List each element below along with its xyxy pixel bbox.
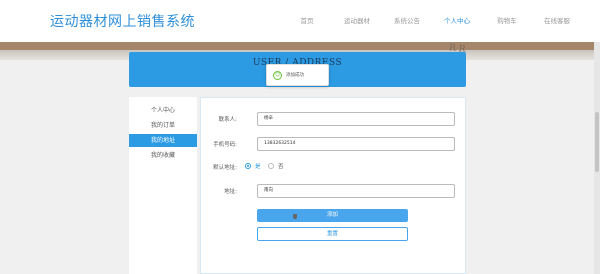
default-no-radio[interactable]: 否 [268,162,284,170]
default-address-label: 默认地址: [213,165,237,171]
radio-unchecked-icon [268,163,274,169]
toast-message: 添加成功 [286,73,304,78]
contact-input[interactable]: 杨辛 [257,112,455,126]
site-logo[interactable]: 运动器材网上销售系统 [50,11,195,31]
phone-label: 手机号码: [213,142,237,148]
address-label: 地址: [224,189,237,195]
nav-online-service[interactable]: 在线客服 [532,15,582,25]
nav-personal-center[interactable]: 个人中心 [432,15,482,25]
nav-equipment[interactable]: 运动器材 [332,15,382,25]
top-navbar: 运动器材网上销售系统 首页 运动器材 系统公告 个人中心 购物车 在线客服 [0,0,600,42]
banner-strip [0,42,600,50]
contact-label: 联系人: [218,117,237,123]
address-input[interactable]: 南向 [257,184,455,198]
sidebar-item-personal-center[interactable]: 个人中心 [129,104,197,117]
add-button[interactable]: 添加 [257,209,408,222]
default-yes-label: 是 [255,164,261,170]
phone-input[interactable]: 13832632514 [257,137,455,151]
sidebar-item-favorites[interactable]: 我的收藏 [129,149,197,162]
radio-checked-icon [245,163,251,169]
default-yes-radio[interactable]: 是 [245,162,261,170]
smile-icon: ☺ [273,70,282,80]
scrollbar-thumb[interactable] [595,112,599,172]
page-scrollbar[interactable] [594,42,600,274]
reset-button[interactable]: 重置 [257,227,408,241]
sidebar-item-addresses[interactable]: 我的地址 [129,134,197,147]
success-toast: ☺ 添加成功 [266,64,329,86]
nav-cart[interactable]: 购物车 [482,15,532,25]
user-sidebar: 个人中心 我的订单 我的地址 我的收藏 [129,97,197,274]
nav-home[interactable]: 首页 [282,15,332,25]
main-nav: 首页 运动器材 系统公告 个人中心 购物车 在线客服 [282,15,582,25]
sidebar-item-orders[interactable]: 我的订单 [129,119,197,132]
nav-announcements[interactable]: 系统公告 [382,15,432,25]
default-no-label: 否 [278,164,284,170]
mouse-cursor-icon [293,214,297,219]
